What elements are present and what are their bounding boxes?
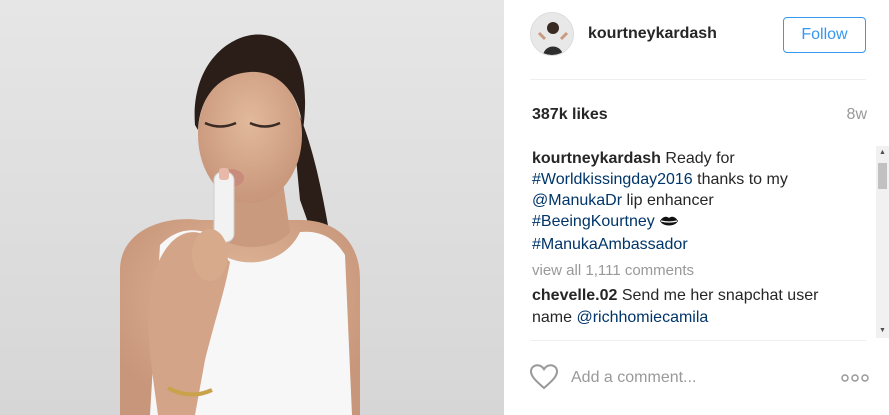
comments-scrollbar[interactable]: ▲ ▼ [876,146,889,338]
follow-button[interactable]: Follow [783,17,866,53]
comment-username-link[interactable]: chevelle.02 [532,287,617,304]
mention-link[interactable]: @richhomiecamila [576,309,708,326]
post-photo-illustration [0,0,504,415]
post-photo[interactable] [0,0,504,415]
scroll-thumb[interactable] [878,163,887,189]
scroll-up-arrow-icon[interactable]: ▲ [876,146,889,160]
profile-avatar[interactable] [530,12,574,56]
scroll-down-arrow-icon[interactable]: ▼ [876,324,889,338]
kiss-lips-icon [659,213,679,234]
view-all-comments-link[interactable]: view all 1,111 comments [532,262,877,279]
post-header: kourtneykardash Follow [504,0,889,80]
caption-text: lip enhancer [622,192,714,209]
more-options-icon[interactable] [840,371,870,383]
comments-list: kourtneykardash Ready for #Worldkissingd… [532,148,877,338]
likes-count[interactable]: 387k likes [532,106,608,124]
like-heart-icon[interactable] [529,364,559,390]
avatar-icon [531,13,573,55]
comment-item: chevelle.02 Send me her snapchat user na… [532,285,842,329]
hashtag-link[interactable]: #BeeingKourtney [532,213,655,230]
mention-link[interactable]: @ManukaDr [532,192,622,209]
caption-username-link[interactable]: kourtneykardash [532,150,661,167]
caption-text: Ready for [660,150,735,167]
post-actions [529,358,870,400]
post-details-panel: kourtneykardash Follow 387k likes 8w kou… [504,0,889,415]
hashtag-link[interactable]: #ManukaAmbassador [532,236,688,253]
footer-divider [530,340,866,341]
post-caption: kourtneykardash Ready for #Worldkissingd… [532,148,832,255]
author-username-link[interactable]: kourtneykardash [588,25,717,43]
add-comment-input[interactable] [571,366,811,390]
caption-text: thanks to my [692,171,788,188]
hashtag-link[interactable]: #Worldkissingday2016 [532,171,693,188]
post-age[interactable]: 8w [847,106,867,124]
header-divider [530,79,866,80]
